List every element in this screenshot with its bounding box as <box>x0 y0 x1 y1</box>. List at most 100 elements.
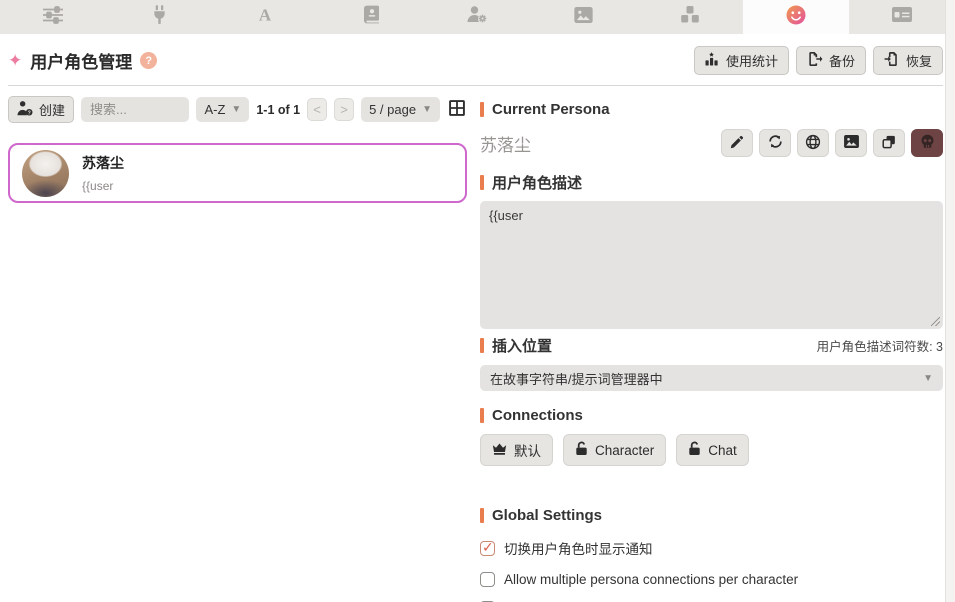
restore-button[interactable]: 恢复 <box>873 46 943 75</box>
sparkle-icon: ✦ <box>8 52 22 69</box>
globe-icon <box>805 134 821 153</box>
insert-position-select[interactable]: 在故事字符串/提示词管理器中 ▼ <box>480 365 943 391</box>
user-gear-icon <box>467 6 487 28</box>
book-icon <box>364 5 379 29</box>
token-counter: 用户角色描述词符数: 3 <box>817 335 943 355</box>
search-input[interactable] <box>81 97 189 122</box>
sync-persona-button[interactable] <box>759 129 791 157</box>
grid-icon <box>448 99 466 120</box>
tab-backgrounds[interactable] <box>531 0 637 34</box>
tab-ai-formatting[interactable]: A <box>212 0 318 34</box>
svg-text:A: A <box>259 6 272 24</box>
chevron-down-icon: ▼ <box>923 373 933 384</box>
lock-icon <box>688 441 701 459</box>
image-icon <box>574 7 593 28</box>
chart-star-icon <box>705 52 720 69</box>
cubes-icon <box>680 6 700 29</box>
tab-world-info[interactable] <box>318 0 424 34</box>
persona-list-panel: ? 创建 A-Z ▼ 1-1 of 1 < > 5 / page ▼ <box>8 96 467 602</box>
help-icon[interactable]: ? <box>140 52 157 69</box>
persona-item-name: 苏落尘 <box>82 153 124 173</box>
accent-bar <box>480 508 484 523</box>
page-title: 用户角色管理 <box>30 48 132 73</box>
import-icon <box>884 52 900 69</box>
setting-label: Allow multiple persona connections per c… <box>504 572 798 587</box>
lorebook-button[interactable] <box>797 129 829 157</box>
export-icon <box>807 52 823 69</box>
image-icon <box>844 135 859 151</box>
token-counter-label: 用户角色描述词符数: <box>817 340 933 354</box>
change-avatar-button[interactable] <box>835 129 867 157</box>
current-persona-title: Current Persona <box>492 101 610 118</box>
rename-persona-button[interactable] <box>721 129 753 157</box>
insert-position-value: 在故事字符串/提示词管理器中 <box>490 369 663 388</box>
lock-character-label: Character <box>595 443 654 458</box>
lock-chat-button[interactable]: Chat <box>676 434 749 466</box>
setting-show-notifications[interactable]: 切换用户角色时显示通知 <box>480 538 943 558</box>
lock-chat-label: Chat <box>708 443 737 458</box>
top-nav-bar: A <box>0 0 955 34</box>
restore-label: 恢复 <box>906 51 932 70</box>
default-persona-button[interactable]: 默认 <box>480 434 553 466</box>
accent-bar <box>480 102 484 117</box>
page-header: ✦ 用户角色管理 ? 使用统计 备份 恢复 <box>8 46 943 75</box>
duplicate-persona-button[interactable] <box>873 129 905 157</box>
svg-text:?: ? <box>28 110 31 116</box>
tab-ai-response-settings[interactable] <box>0 0 106 34</box>
persona-avatar <box>22 150 69 197</box>
accent-bar <box>480 175 484 190</box>
persona-list-item[interactable]: 苏落尘 {{user <box>8 143 467 203</box>
clone-icon <box>882 135 896 152</box>
pagination-info: 1-1 of 1 <box>256 103 300 117</box>
skull-icon <box>920 134 935 152</box>
next-page-button[interactable]: > <box>334 98 354 121</box>
backup-label: 备份 <box>829 51 855 70</box>
global-settings-title: Global Settings <box>492 507 602 524</box>
create-persona-button[interactable]: ? 创建 <box>8 96 74 123</box>
checkbox-icon[interactable] <box>480 541 495 556</box>
connections-title: Connections <box>492 407 583 424</box>
font-icon: A <box>256 6 274 29</box>
setting-allow-multiple-connections[interactable]: Allow multiple persona connections per c… <box>480 572 943 587</box>
tab-persona-management[interactable] <box>743 0 849 34</box>
current-persona-name: 苏落尘 <box>480 131 531 156</box>
persona-description-textarea[interactable]: {{user <box>480 201 943 329</box>
tab-extensions[interactable] <box>637 0 743 34</box>
smiley-icon <box>785 4 807 31</box>
setting-label: 切换用户角色时显示通知 <box>504 538 653 558</box>
token-counter-value: 3 <box>936 340 943 354</box>
prev-page-button[interactable]: < <box>307 98 327 121</box>
grid-view-button[interactable] <box>447 98 467 121</box>
checkbox-icon[interactable] <box>480 572 495 587</box>
sort-select[interactable]: A-Z ▼ <box>196 97 249 122</box>
lock-character-button[interactable]: Character <box>563 434 666 466</box>
person-question-icon: ? <box>17 101 33 119</box>
default-label: 默认 <box>514 440 541 460</box>
description-title: 用户角色描述 <box>492 172 582 193</box>
accent-bar <box>480 408 484 423</box>
chevron-down-icon: ▼ <box>231 104 241 115</box>
usage-stats-label: 使用统计 <box>726 51 778 70</box>
header-divider <box>8 85 943 86</box>
tab-user-settings[interactable] <box>424 0 530 34</box>
scrollbar[interactable] <box>945 0 955 602</box>
pencil-icon <box>730 135 744 152</box>
crown-icon <box>492 443 507 458</box>
usage-stats-button[interactable]: 使用统计 <box>694 46 789 75</box>
lock-icon <box>575 441 588 459</box>
sliders-icon <box>43 6 63 29</box>
sync-icon <box>768 134 783 152</box>
tab-api-connections[interactable] <box>106 0 212 34</box>
chevron-down-icon: ▼ <box>422 104 432 115</box>
backup-button[interactable]: 备份 <box>796 46 866 75</box>
create-label: 创建 <box>39 100 65 119</box>
sort-value: A-Z <box>204 102 225 117</box>
persona-item-description: {{user <box>82 179 124 193</box>
delete-persona-button[interactable] <box>911 129 943 157</box>
page-size-value: 5 / page <box>369 102 416 117</box>
plug-icon <box>152 5 167 29</box>
id-card-icon <box>892 7 912 27</box>
position-title: 插入位置 <box>492 335 552 356</box>
tab-character-management[interactable] <box>849 0 955 34</box>
page-size-select[interactable]: 5 / page ▼ <box>361 97 440 122</box>
